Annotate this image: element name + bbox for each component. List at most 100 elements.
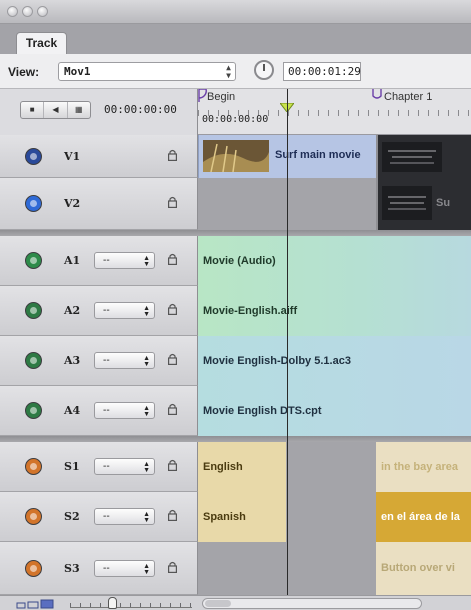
current-timecode: 00:00:00:00	[104, 103, 177, 116]
track-header: V2	[0, 178, 198, 230]
track-row-s3: S3 -- ▲ ▼ Button over vi	[0, 542, 471, 595]
playhead-line	[287, 89, 288, 595]
clip-label: en el área de la	[381, 511, 460, 523]
lock-icon[interactable]	[168, 253, 177, 265]
track-height-icon[interactable]	[16, 598, 62, 609]
subtitle-track-icon[interactable]	[25, 508, 42, 525]
speaker-icon[interactable]	[25, 302, 42, 319]
clip-label: Movie (Audio)	[203, 255, 276, 267]
clip-label: Movie English-Dolby 5.1.ac3	[203, 355, 351, 367]
track-lane: Spanish en el área de la	[198, 492, 471, 542]
clip-thumbnail	[382, 142, 442, 172]
zoom-slider[interactable]	[70, 600, 192, 608]
clip-label: in the bay area	[381, 461, 459, 473]
clip-dark-menu[interactable]: Su	[378, 178, 471, 230]
lock-icon[interactable]	[168, 561, 177, 573]
clip-dark-menu[interactable]	[378, 135, 471, 178]
track-lane: Button over vi	[198, 542, 471, 595]
track-label: A2	[64, 304, 81, 317]
video-track-icon[interactable]	[25, 148, 42, 165]
tab-track[interactable]: Track	[16, 32, 67, 54]
track-row-a2: A2 -- ▲ ▼ Movie-English.aiff	[0, 286, 471, 336]
track-lane: Surf main movie	[198, 135, 471, 178]
stream-select[interactable]: -- ▲ ▼	[94, 458, 155, 475]
close-window-button[interactable]	[7, 6, 18, 17]
stream-select[interactable]: -- ▲ ▼	[94, 302, 155, 319]
track-lane: Movie-English.aiff	[198, 286, 471, 336]
video-track-icon[interactable]	[25, 195, 42, 212]
stream-select[interactable]: -- ▲ ▼	[94, 560, 155, 577]
lock-icon[interactable]	[168, 509, 177, 521]
zoom-slider-thumb[interactable]	[108, 597, 117, 609]
empty-slot	[286, 492, 376, 542]
track-header: A2 -- ▲ ▼	[0, 286, 198, 336]
track-controls-header: ■ ◀ ▦ 00:00:00:00	[0, 89, 198, 135]
clip-dts-cpt[interactable]: Movie English DTS.cpt	[198, 386, 471, 436]
track-lane: Movie (Audio)	[198, 236, 471, 286]
ruler-start-timecode: 00:00:00:00	[202, 114, 269, 125]
track-row-s1: S1 -- ▲ ▼ English in the bay area	[0, 442, 471, 492]
stop-button[interactable]: ■	[21, 102, 45, 118]
stream-select-value: --	[103, 461, 110, 472]
horizontal-scrollbar[interactable]	[202, 598, 422, 609]
track-lane: Su	[198, 178, 471, 230]
clip-english-subtitle[interactable]: English	[198, 442, 286, 492]
lock-icon[interactable]	[168, 353, 177, 365]
lock-icon[interactable]	[168, 303, 177, 315]
transport-buttons: ■ ◀ ▦	[20, 101, 91, 119]
chevron-updown-icon: ▲ ▼	[143, 355, 150, 368]
marker-begin-label: Begin	[207, 91, 236, 103]
clip-label: Movie-English.aiff	[203, 305, 298, 317]
stream-select[interactable]: -- ▲ ▼	[94, 402, 155, 419]
stream-select-value: --	[103, 305, 110, 316]
zoom-window-button[interactable]	[37, 6, 48, 17]
stream-select[interactable]: -- ▲ ▼	[94, 252, 155, 269]
track-header: S3 -- ▲ ▼	[0, 542, 198, 595]
track-row-a3: A3 -- ▲ ▼ Movie English-Dolby 5.1.ac3	[0, 336, 471, 386]
duration-timecode[interactable]: 00:00:01:29	[283, 62, 361, 81]
stream-select-value: --	[103, 355, 110, 366]
grid-button[interactable]: ▦	[68, 102, 90, 118]
chevron-updown-icon: ▲ ▼	[143, 405, 150, 418]
speaker-icon[interactable]	[25, 352, 42, 369]
marker-chapter-icon[interactable]	[372, 89, 382, 102]
step-back-button[interactable]: ◀	[44, 102, 68, 118]
track-label: A3	[64, 354, 81, 367]
empty-slot	[286, 442, 376, 492]
clip-label: Button over vi	[381, 562, 455, 574]
track-row-a1: A1 -- ▲ ▼ Movie (Audio)	[0, 236, 471, 286]
minimize-window-button[interactable]	[22, 6, 33, 17]
lock-icon[interactable]	[168, 196, 177, 208]
clip-movie-audio[interactable]: Movie (Audio)	[198, 236, 471, 286]
scrollbar-thumb[interactable]	[205, 600, 231, 607]
track-header: A4 -- ▲ ▼	[0, 386, 198, 436]
stream-select[interactable]: -- ▲ ▼	[94, 508, 155, 525]
speaker-icon[interactable]	[25, 402, 42, 419]
lock-icon[interactable]	[168, 403, 177, 415]
clip-subtitle-text[interactable]: in the bay area	[376, 442, 471, 492]
subtitle-track-icon[interactable]	[25, 458, 42, 475]
marker-chapter-label: Chapter 1	[384, 91, 433, 103]
track-label: S3	[64, 562, 80, 575]
chevron-updown-icon: ▲ ▼	[143, 511, 150, 524]
clip-spanish-subtitle[interactable]: Spanish	[198, 492, 286, 542]
stream-select[interactable]: -- ▲ ▼	[94, 352, 155, 369]
clock-icon	[254, 60, 274, 80]
window-titlebar	[0, 0, 471, 24]
chevron-updown-icon: ▲ ▼	[143, 461, 150, 474]
clip-dolby-ac3[interactable]: Movie English-Dolby 5.1.ac3	[198, 336, 471, 386]
timeline-ruler[interactable]: Begin Chapter 1 00:00:00:00	[198, 89, 471, 135]
track-header: S2 -- ▲ ▼	[0, 492, 198, 542]
subtitle-track-icon[interactable]	[25, 560, 42, 577]
clip-label: English	[203, 461, 243, 473]
lock-icon[interactable]	[168, 149, 177, 161]
speaker-icon[interactable]	[25, 252, 42, 269]
view-bar: View: Mov1 ▲ ▼ 00:00:01:29	[0, 54, 471, 89]
clip-subtitle-text[interactable]: en el área de la	[376, 492, 471, 542]
clip-button-over-video[interactable]: Button over vi	[376, 542, 471, 595]
track-row-s2: S2 -- ▲ ▼ Spanish en el área de la	[0, 492, 471, 542]
clip-movie-english-aiff[interactable]: Movie-English.aiff	[198, 286, 471, 336]
view-select[interactable]: Mov1 ▲ ▼	[58, 62, 236, 81]
lock-icon[interactable]	[168, 459, 177, 471]
chevron-updown-icon: ▲ ▼	[143, 255, 150, 268]
